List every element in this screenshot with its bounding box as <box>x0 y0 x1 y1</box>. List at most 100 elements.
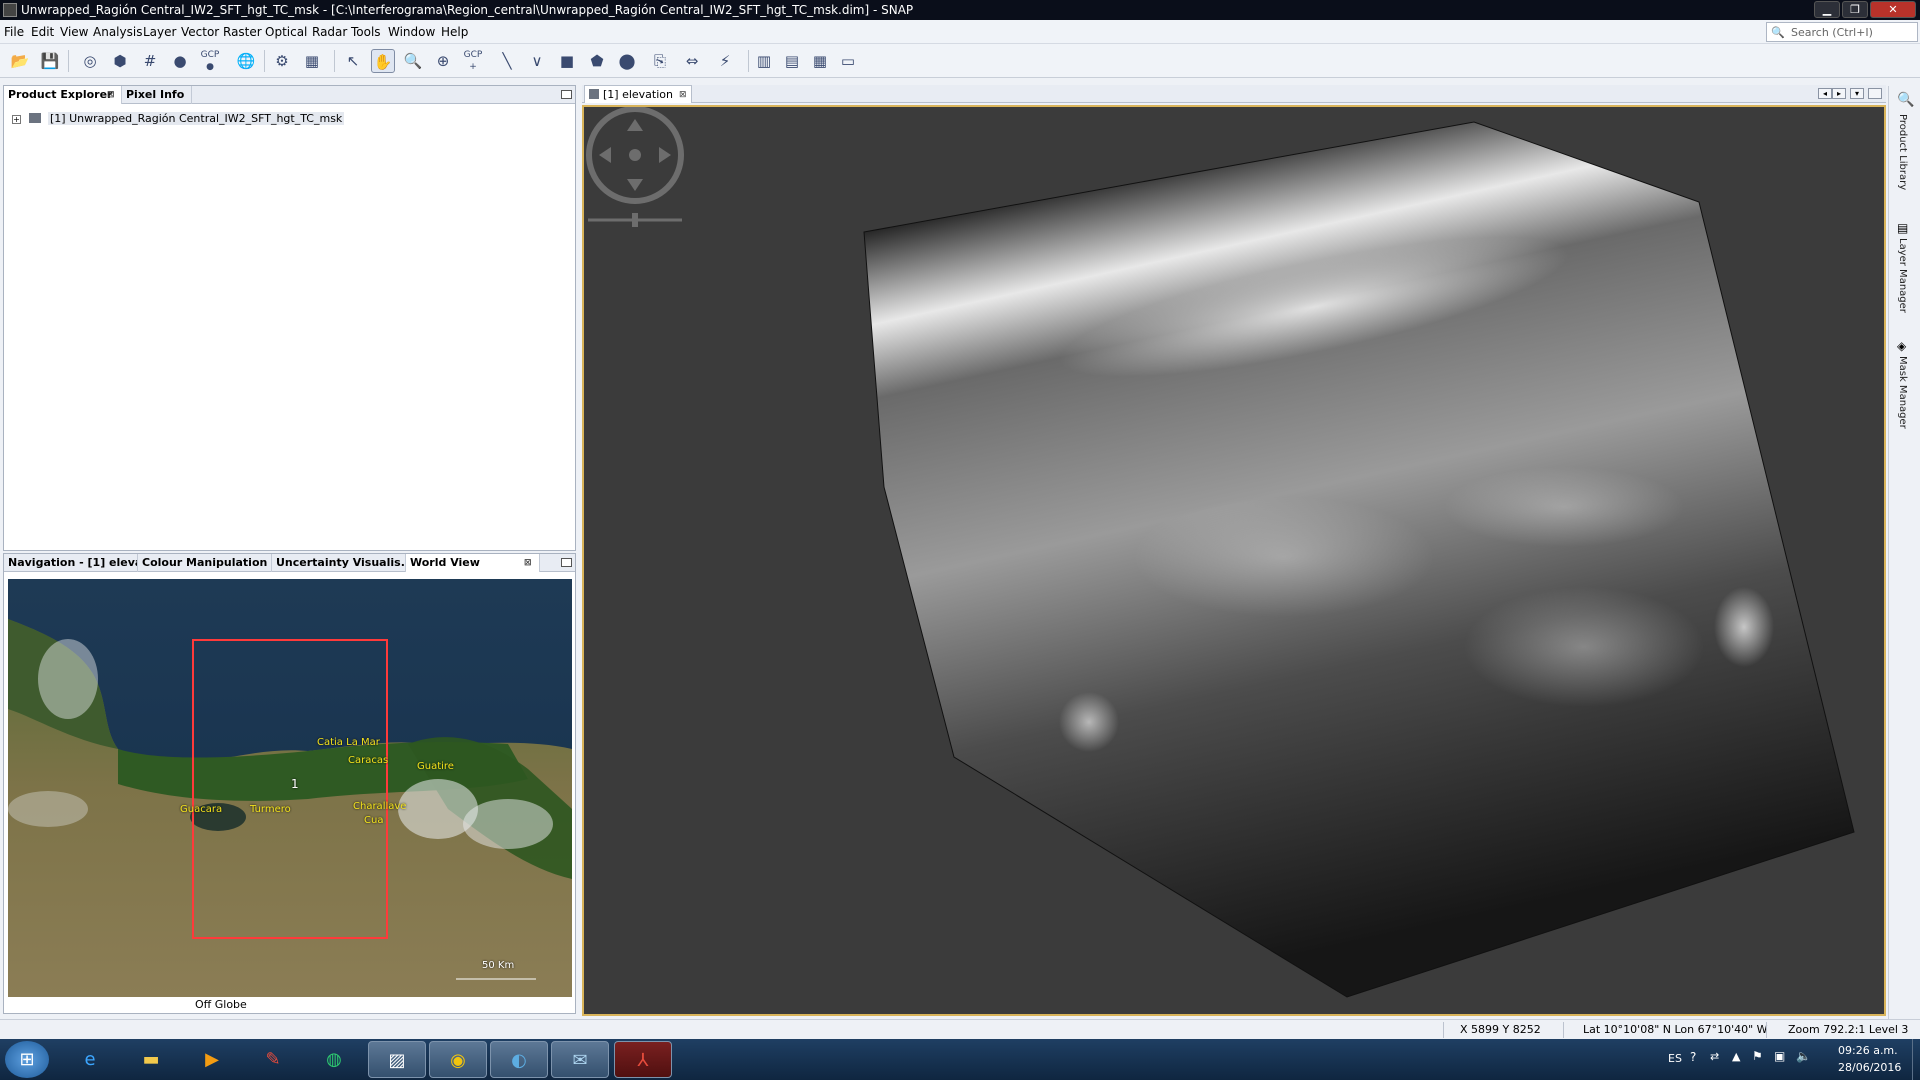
snap-taskbar-icon[interactable]: ▨ <box>368 1041 426 1078</box>
polygon-tool-icon[interactable]: ⬟ <box>585 49 609 73</box>
tab-list-icon[interactable]: ▾ <box>1850 88 1864 99</box>
show-hidden-icon[interactable]: ▲ <box>1732 1050 1740 1063</box>
zoom-add-icon[interactable]: ⊕ <box>431 49 455 73</box>
ellipse-tool-icon[interactable]: ⬤ <box>615 49 639 73</box>
file-explorer-icon[interactable]: ▬ <box>122 1041 180 1078</box>
tree-item-product[interactable]: + [1] Unwrapped_Ragión Central_IW2_SFT_h… <box>12 112 345 125</box>
internet-explorer-icon[interactable]: e <box>61 1041 119 1078</box>
chrome-icon[interactable]: ◉ <box>429 1041 487 1078</box>
polyline-tool-icon[interactable]: ∨ <box>525 49 549 73</box>
google-earth-icon[interactable]: ◐ <box>490 1041 548 1078</box>
sidebar-layer-manager[interactable]: Layer Manager <box>1897 238 1908 313</box>
start-icon[interactable]: ⊞ <box>5 1041 49 1078</box>
media-player-icon[interactable]: ▶ <box>183 1041 241 1078</box>
menu-raster[interactable]: Raster <box>223 25 262 39</box>
tab-world-view[interactable]: World View ⊠ <box>406 554 540 572</box>
tab-product-explorer[interactable]: Product Explorer ⊠ <box>4 86 122 104</box>
tab-navigation[interactable]: Navigation - [1] eleva... <box>4 554 138 572</box>
maximize-button[interactable]: ❐ <box>1842 1 1868 18</box>
action-center-icon[interactable]: ⚑ <box>1752 1049 1763 1063</box>
layer-manager-icon[interactable]: ▤ <box>1897 221 1908 235</box>
magic-wand-icon[interactable]: ⚡ <box>713 49 737 73</box>
graticule-icon[interactable]: # <box>138 49 162 73</box>
expand-icon[interactable]: + <box>12 115 21 124</box>
app-red-icon[interactable]: ✎ <box>244 1041 302 1078</box>
pin-icon[interactable]: ● <box>168 49 192 73</box>
city-label: Charallave <box>353 801 407 812</box>
zoom-tool-icon[interactable]: 🔍 <box>401 49 425 73</box>
clock-date[interactable]: 28/06/2016 <box>1838 1061 1901 1074</box>
session-icon[interactable]: ◎ <box>78 49 102 73</box>
taskbar: ⊞ e ▬ ▶ ✎ ◍ ▨ ◉ ◐ ✉ ⅄ ES ? ⇄ ▲ ⚑ ▣ 🔈 09:… <box>0 1039 1920 1080</box>
scroll-right-icon[interactable]: ▸ <box>1832 88 1846 99</box>
menu-analysis[interactable]: Analysis <box>93 25 142 39</box>
scroll-left-icon[interactable]: ◂ <box>1818 88 1832 99</box>
satellite-map <box>8 579 572 997</box>
tab-uncertainty[interactable]: Uncertainty Visualis... <box>272 554 406 572</box>
minimize-panel-icon[interactable] <box>561 558 572 567</box>
pan-tool-icon[interactable]: ✋ <box>371 49 395 73</box>
tile-evenly-icon[interactable]: ▭ <box>836 49 860 73</box>
menu-optical[interactable]: Optical <box>265 25 307 39</box>
city-label: Turmero <box>250 804 291 815</box>
mask-manager-icon[interactable]: ◈ <box>1897 339 1906 353</box>
tile-horizontal-icon[interactable]: ▥ <box>752 49 776 73</box>
line-tool-icon[interactable]: ╲ <box>495 49 519 73</box>
close-button[interactable]: ✕ <box>1870 1 1916 18</box>
sidebar-product-library[interactable]: Product Library <box>1897 114 1908 190</box>
graph-builder-icon[interactable]: ⚙ <box>270 49 294 73</box>
language-indicator[interactable]: ES <box>1668 1052 1682 1065</box>
elevation-image-view[interactable] <box>582 105 1886 1016</box>
acrobat-icon[interactable]: ⅄ <box>614 1041 672 1078</box>
world-map[interactable]: Catia La Mar Caracas Guatire Guacara Tur… <box>8 579 572 997</box>
close-icon[interactable]: ⊠ <box>524 554 532 572</box>
menu-vector[interactable]: Vector <box>181 25 219 39</box>
band-icon <box>589 89 599 99</box>
save-product-icon[interactable]: 💾 <box>38 49 62 73</box>
tab-colour-manipulation[interactable]: Colour Manipulation ... <box>138 554 272 572</box>
tile-vertical-icon[interactable]: ▤ <box>780 49 804 73</box>
footprint-label: 1 <box>291 777 299 791</box>
tab-elevation[interactable]: [1] elevation ⊠ <box>584 85 692 103</box>
menu-view[interactable]: View <box>60 25 88 39</box>
close-icon[interactable]: ⊠ <box>107 86 115 104</box>
menu-layer[interactable]: Layer <box>143 25 176 39</box>
gcp-tool-icon[interactable]: GCP + <box>461 49 485 73</box>
minimize-panel-icon[interactable] <box>561 90 572 99</box>
sidebar-mask-manager[interactable]: Mask Manager <box>1897 356 1908 429</box>
world-wind-icon[interactable]: 🌐 <box>234 49 258 73</box>
search-input[interactable]: Search (Ctrl+I) <box>1791 26 1873 39</box>
select-tool-icon[interactable]: ↖ <box>341 49 365 73</box>
menu-edit[interactable]: Edit <box>31 25 54 39</box>
menu-radar[interactable]: Radar <box>312 25 347 39</box>
tile-grid-icon[interactable]: ▦ <box>808 49 832 73</box>
rectangle-tool-icon[interactable]: ■ <box>555 49 579 73</box>
insert-tool-icon[interactable]: ⎘ <box>648 49 672 73</box>
tray-icon[interactable]: ⇄ <box>1710 1050 1719 1063</box>
thunderbird-icon[interactable]: ✉ <box>551 1041 609 1078</box>
import-icon[interactable]: ⬢ <box>108 49 132 73</box>
navigation-overlay <box>586 106 684 227</box>
tab-pixel-info[interactable]: Pixel Info <box>122 86 192 104</box>
network-icon[interactable]: ▣ <box>1774 1049 1785 1063</box>
product-name[interactable]: [1] Unwrapped_Ragión Central_IW2_SFT_hgt… <box>48 112 345 125</box>
menu-help[interactable]: Help <box>441 25 468 39</box>
show-desktop-button[interactable] <box>1912 1039 1920 1080</box>
gcp-icon[interactable]: GCP ● <box>198 49 222 73</box>
city-label: Guatire <box>417 761 454 772</box>
menu-file[interactable]: File <box>4 25 24 39</box>
open-product-icon[interactable]: 📂 <box>8 49 32 73</box>
range-finder-icon[interactable]: ⇔ <box>680 49 704 73</box>
help-icon[interactable]: ? <box>1690 1050 1696 1064</box>
product-library-icon[interactable]: 🔍 <box>1897 92 1914 108</box>
volume-icon[interactable]: 🔈 <box>1796 1049 1811 1063</box>
search-box[interactable]: 🔍 Search (Ctrl+I) <box>1766 22 1918 42</box>
close-icon[interactable]: ⊠ <box>679 86 687 103</box>
minimize-button[interactable]: ▁ <box>1814 1 1840 18</box>
batch-icon[interactable]: ▦ <box>300 49 324 73</box>
clock-time[interactable]: 09:26 a.m. <box>1838 1044 1898 1057</box>
maximize-view-icon[interactable] <box>1868 88 1882 99</box>
menu-window[interactable]: Window <box>388 25 435 39</box>
menu-tools[interactable]: Tools <box>351 25 381 39</box>
world-wind-icon[interactable]: ◍ <box>305 1041 363 1078</box>
